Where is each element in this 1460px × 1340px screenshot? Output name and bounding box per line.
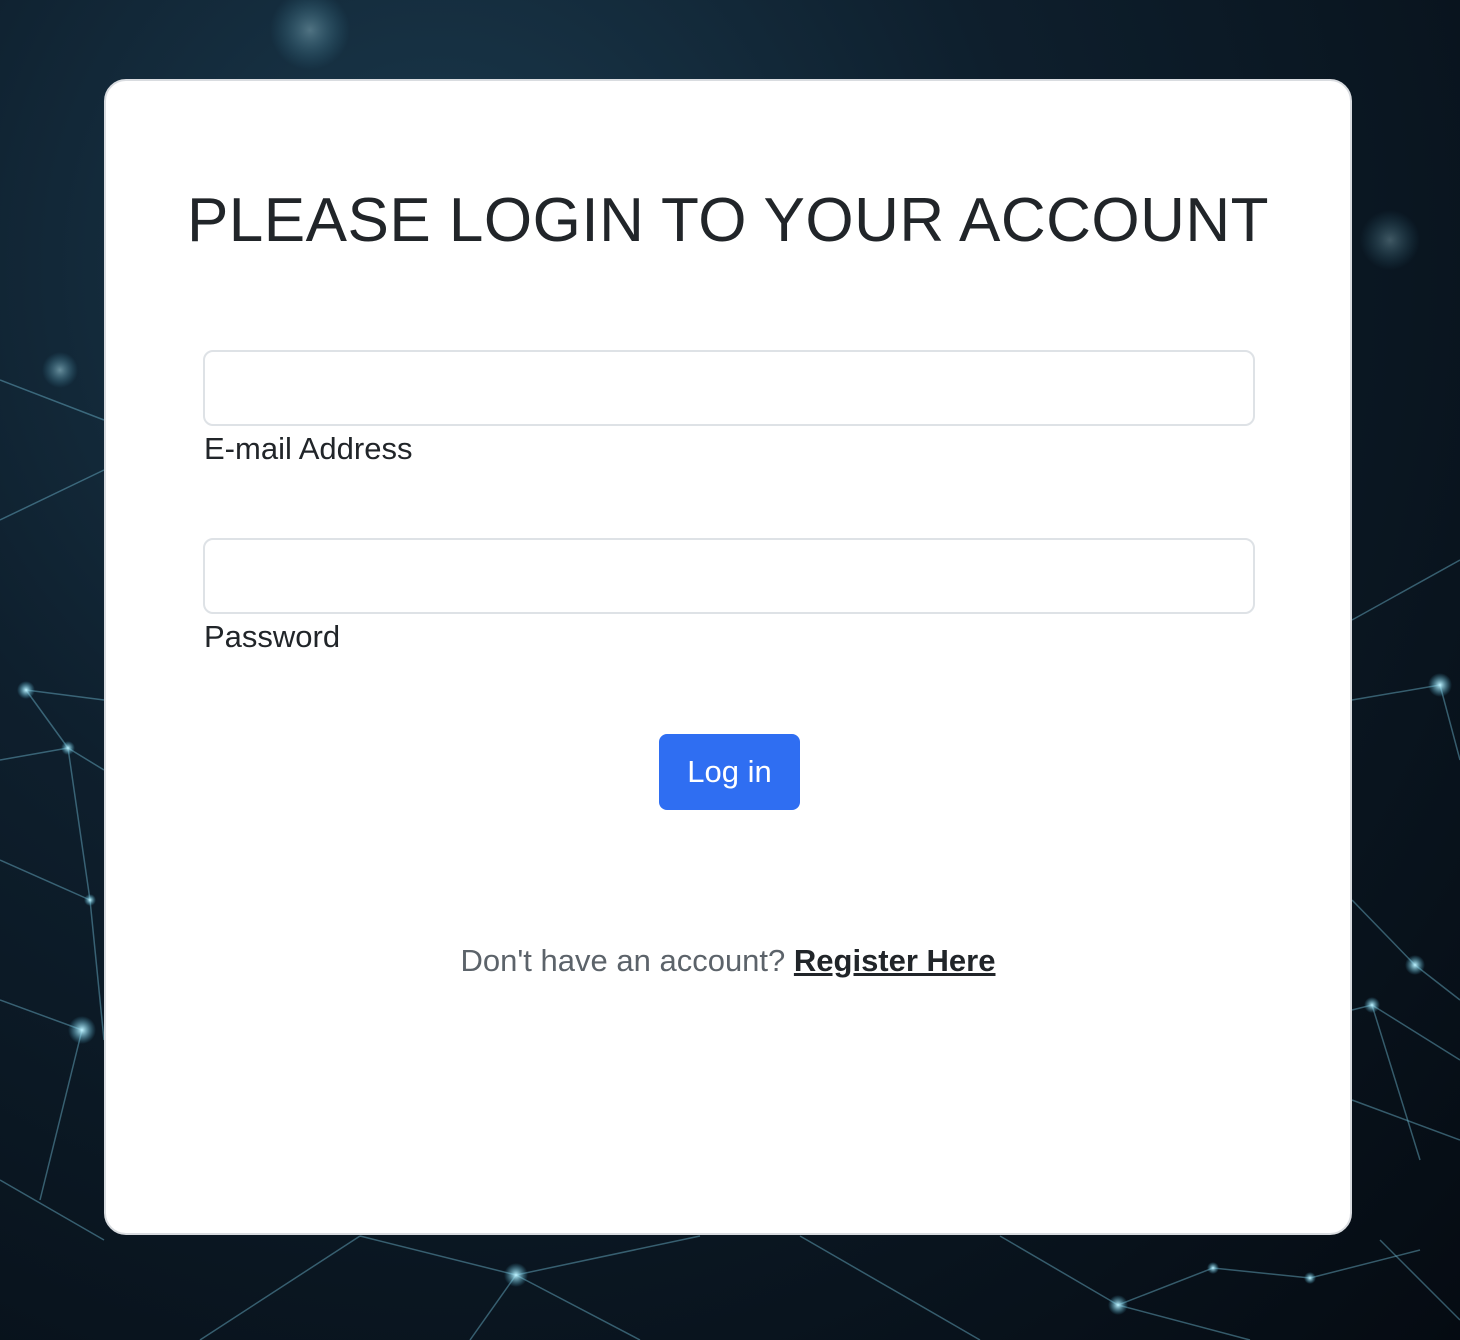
password-label: Password bbox=[204, 619, 341, 654]
login-button[interactable]: Log in bbox=[659, 734, 800, 810]
email-field[interactable] bbox=[203, 350, 1255, 426]
login-card: PLEASE LOGIN TO YOUR ACCOUNT E-mail Addr… bbox=[104, 79, 1352, 1235]
register-link[interactable]: Register Here bbox=[794, 943, 996, 978]
register-prompt-text: Don't have an account? bbox=[460, 943, 794, 978]
email-label: E-mail Address bbox=[204, 431, 413, 466]
page-title: PLEASE LOGIN TO YOUR ACCOUNT bbox=[186, 186, 1270, 255]
register-prompt: Don't have an account? Register Here bbox=[106, 943, 1350, 979]
password-field[interactable] bbox=[203, 538, 1255, 614]
